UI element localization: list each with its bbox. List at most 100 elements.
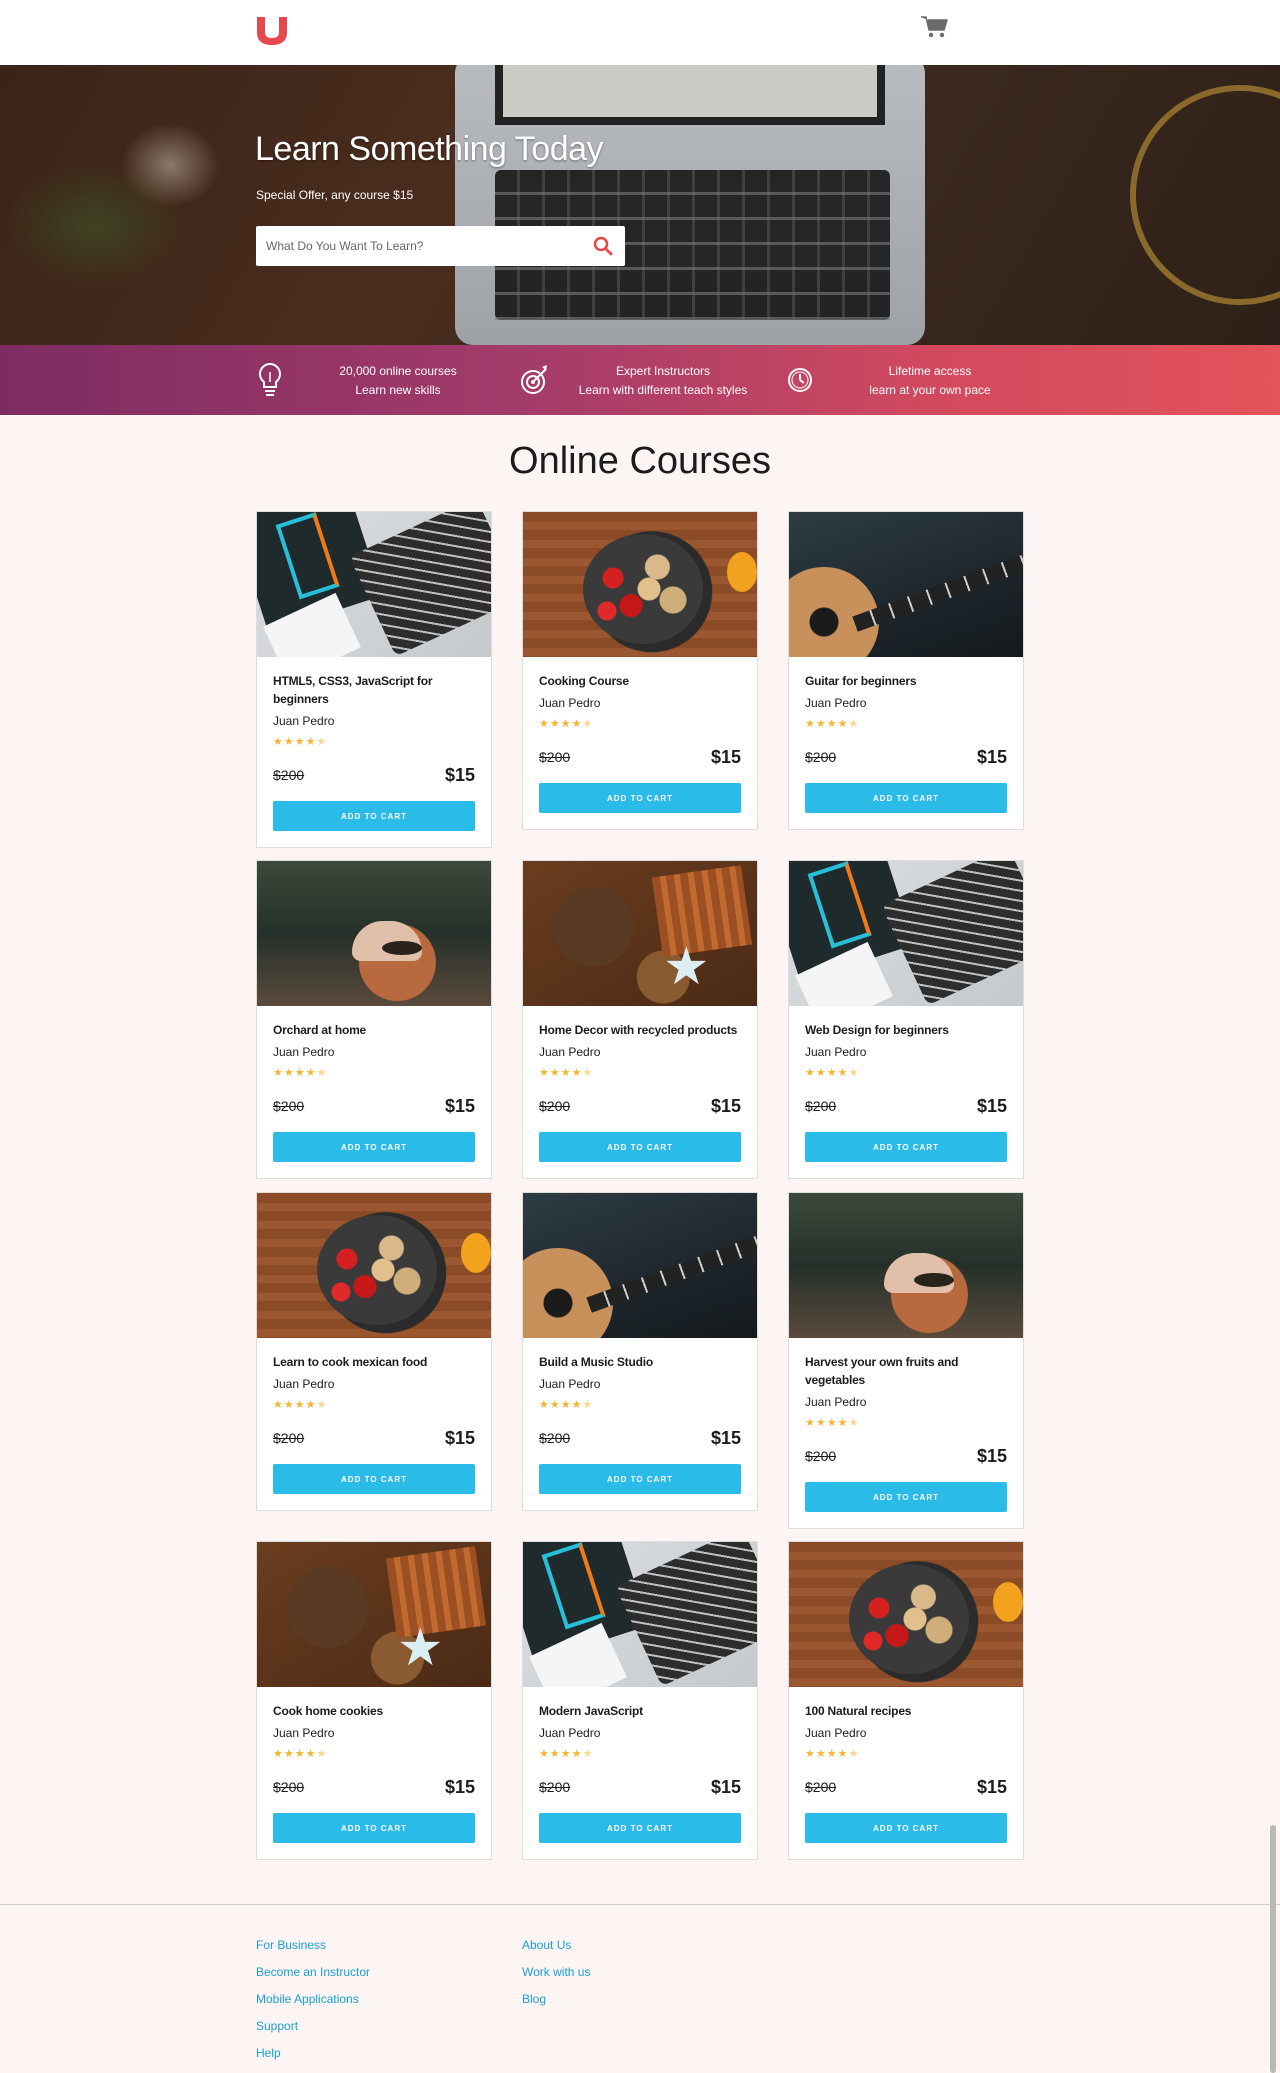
course-card[interactable]: Learn to cook mexican food Juan Pedro ★★★★… bbox=[256, 1192, 492, 1511]
course-thumbnail[interactable] bbox=[257, 861, 491, 1006]
course-title[interactable]: Modern JavaScript bbox=[539, 1702, 741, 1720]
footer-link-support[interactable]: Support bbox=[256, 2018, 370, 2034]
course-price: $15 bbox=[976, 1777, 1007, 1797]
course-prices: $200 $15 bbox=[805, 1771, 1007, 1805]
star-icon: ★ bbox=[826, 1417, 838, 1429]
course-rating: ★★★★★ bbox=[273, 735, 475, 749]
star-icon: ★ bbox=[549, 1399, 561, 1411]
course-thumbnail[interactable] bbox=[257, 1193, 491, 1338]
course-old-price: $200 bbox=[539, 749, 571, 765]
course-author: Juan Pedro bbox=[273, 1045, 335, 1059]
star-icon: ★ bbox=[539, 1399, 550, 1411]
add-to-cart-button[interactable]: ADD TO CART bbox=[805, 783, 1007, 813]
add-to-cart-button[interactable]: ADD TO CART bbox=[805, 1132, 1007, 1162]
add-to-cart-button[interactable]: ADD TO CART bbox=[805, 1813, 1007, 1843]
course-thumbnail[interactable] bbox=[789, 1542, 1023, 1687]
course-price: $15 bbox=[444, 1096, 475, 1116]
footer-link-work-with-us[interactable]: Work with us bbox=[522, 1964, 590, 1980]
search-input[interactable] bbox=[256, 226, 576, 266]
target-icon bbox=[521, 365, 547, 394]
course-card[interactable]: Guitar for beginners Juan Pedro ★★★★★ $200 $… bbox=[788, 511, 1024, 830]
star-half-icon: ★ bbox=[582, 1067, 594, 1079]
course-card[interactable]: Web Design for beginners Juan Pedro ★★★★★ $… bbox=[788, 860, 1024, 1179]
course-card[interactable]: 100 Natural recipes Juan Pedro ★★★★★ $200 $1… bbox=[788, 1541, 1024, 1860]
course-rating: ★★★★★ bbox=[805, 717, 1007, 731]
course-card[interactable]: Harvest your own fruits and vegetables Ju… bbox=[788, 1192, 1024, 1529]
course-card[interactable]: Cook home cookiesJuan Pedro★★★★★$200$15A… bbox=[256, 1541, 492, 1860]
course-card[interactable]: Cooking Course Juan Pedro ★★★★★ $200 $15 ADD … bbox=[522, 511, 758, 830]
course-thumbnail[interactable] bbox=[257, 512, 491, 657]
course-author: Juan Pedro bbox=[805, 696, 867, 710]
course-rating: ★★★★★ bbox=[805, 1747, 1007, 1761]
course-title[interactable]: Guitar for beginners bbox=[805, 672, 1007, 690]
course-title[interactable]: Build a Music Studio bbox=[539, 1353, 741, 1371]
course-thumbnail[interactable] bbox=[523, 861, 757, 1006]
course-title[interactable]: Harvest your own fruits and vegetables bbox=[805, 1353, 1007, 1389]
add-to-cart-button[interactable]: ADD TO CART bbox=[539, 783, 741, 813]
footer-link-become-instructor[interactable]: Become an Instructor bbox=[256, 1964, 370, 1980]
add-to-cart-button[interactable]: ADD TO CART bbox=[273, 1813, 475, 1843]
course-title[interactable]: 100 Natural recipes bbox=[805, 1702, 1007, 1720]
course-rating: ★★★★★ bbox=[539, 1747, 741, 1761]
star-half-icon: ★ bbox=[316, 1067, 328, 1079]
course-old-price: $200 bbox=[805, 1098, 837, 1114]
course-old-price: $200 bbox=[539, 1098, 571, 1114]
feature-line2: Learn with different teach styles bbox=[578, 383, 748, 397]
course-old-price: $200 bbox=[273, 1779, 305, 1795]
course-thumbnail[interactable] bbox=[789, 1193, 1023, 1338]
cart-icon[interactable] bbox=[920, 15, 948, 39]
footer-link-for-business[interactable]: For Business bbox=[256, 1937, 370, 1953]
course-card[interactable]: HTML5, CSS3, JavaScript for beginners Jua… bbox=[256, 511, 492, 848]
star-icon: ★ bbox=[539, 1748, 550, 1760]
lightbulb-icon bbox=[259, 362, 281, 396]
hero-subtitle: Special Offer, any course $15 bbox=[256, 188, 414, 202]
course-title[interactable]: Web Design for beginners bbox=[805, 1021, 1007, 1039]
course-author: Juan Pedro bbox=[539, 1726, 601, 1740]
course-title[interactable]: Cooking Course bbox=[539, 672, 741, 690]
scrollbar[interactable] bbox=[1270, 1825, 1276, 2073]
course-card[interactable]: Home Decor with recycled products Juan Pe… bbox=[522, 860, 758, 1179]
course-price: $15 bbox=[444, 1428, 475, 1448]
course-thumbnail[interactable] bbox=[257, 1542, 491, 1687]
add-to-cart-button[interactable]: ADD TO CART bbox=[273, 801, 475, 831]
course-thumbnail[interactable] bbox=[523, 512, 757, 657]
footer-divider bbox=[0, 1904, 1280, 1905]
course-thumbnail[interactable] bbox=[523, 1193, 757, 1338]
star-icon: ★ bbox=[273, 736, 284, 748]
star-icon: ★ bbox=[826, 1748, 838, 1760]
add-to-cart-button[interactable]: ADD TO CART bbox=[805, 1482, 1007, 1512]
add-to-cart-button[interactable]: ADD TO CART bbox=[539, 1132, 741, 1162]
search-icon[interactable] bbox=[593, 236, 613, 256]
footer-link-blog[interactable]: Blog bbox=[522, 1991, 590, 2007]
footer-column-2: About Us Work with us Blog bbox=[522, 1937, 590, 2018]
course-card[interactable]: Orchard at home Juan Pedro ★★★★★ $200 $15 ADD… bbox=[256, 860, 492, 1179]
add-to-cart-button[interactable]: ADD TO CART bbox=[273, 1132, 475, 1162]
add-to-cart-button[interactable]: ADD TO CART bbox=[539, 1464, 741, 1494]
course-thumbnail[interactable] bbox=[789, 512, 1023, 657]
footer-link-mobile-apps[interactable]: Mobile Applications bbox=[256, 1991, 370, 2007]
course-title[interactable]: HTML5, CSS3, JavaScript for beginners bbox=[273, 672, 475, 708]
footer-link-about-us[interactable]: About Us bbox=[522, 1937, 590, 1953]
course-card[interactable]: Build a Music Studio Juan Pedro ★★★★★ $200 $… bbox=[522, 1192, 758, 1511]
add-to-cart-button[interactable]: ADD TO CART bbox=[539, 1813, 741, 1843]
course-author: Juan Pedro bbox=[805, 1726, 867, 1740]
course-old-price: $200 bbox=[539, 1430, 571, 1446]
course-title[interactable]: Home Decor with recycled products bbox=[539, 1021, 741, 1039]
course-price: $15 bbox=[710, 1777, 741, 1797]
course-price: $15 bbox=[444, 1777, 475, 1797]
star-half-icon: ★ bbox=[848, 1067, 860, 1079]
star-icon: ★ bbox=[283, 736, 295, 748]
add-to-cart-button[interactable]: ADD TO CART bbox=[273, 1464, 475, 1494]
star-icon: ★ bbox=[837, 1067, 849, 1079]
footer-link-help[interactable]: Help bbox=[256, 2045, 370, 2061]
course-thumbnail[interactable] bbox=[789, 861, 1023, 1006]
course-title[interactable]: Cook home cookies bbox=[273, 1702, 475, 1720]
logo[interactable] bbox=[255, 15, 289, 46]
course-thumbnail[interactable] bbox=[523, 1542, 757, 1687]
course-card[interactable]: Modern JavaScript Juan Pedro ★★★★★ $200 $15 A… bbox=[522, 1541, 758, 1860]
course-title[interactable]: Learn to cook mexican food bbox=[273, 1353, 475, 1371]
course-title[interactable]: Orchard at home bbox=[273, 1021, 475, 1039]
course-old-price: $200 bbox=[805, 749, 837, 765]
star-icon: ★ bbox=[539, 1067, 550, 1079]
course-price: $15 bbox=[976, 1096, 1007, 1116]
